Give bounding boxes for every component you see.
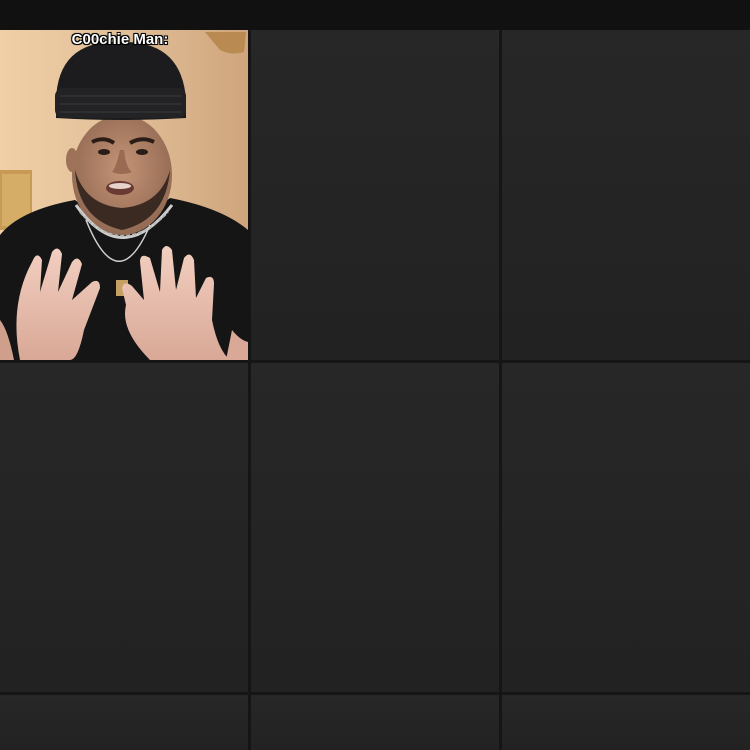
video-grid: C00chie Man: <box>0 30 750 750</box>
video-tile-9[interactable] <box>502 695 750 750</box>
video-tile-6[interactable] <box>502 363 750 692</box>
video-tile-4[interactable] <box>0 363 248 692</box>
video-tile-1[interactable]: C00chie Man: <box>0 30 248 360</box>
video-tile-7[interactable] <box>0 695 248 750</box>
video-caption: C00chie Man: <box>71 31 169 48</box>
video-thumbnail <box>0 30 248 360</box>
video-tile-3[interactable] <box>502 30 750 360</box>
top-bar <box>0 0 750 30</box>
video-tile-5[interactable] <box>251 363 499 692</box>
video-tile-8[interactable] <box>251 695 499 750</box>
video-tile-2[interactable] <box>251 30 499 360</box>
